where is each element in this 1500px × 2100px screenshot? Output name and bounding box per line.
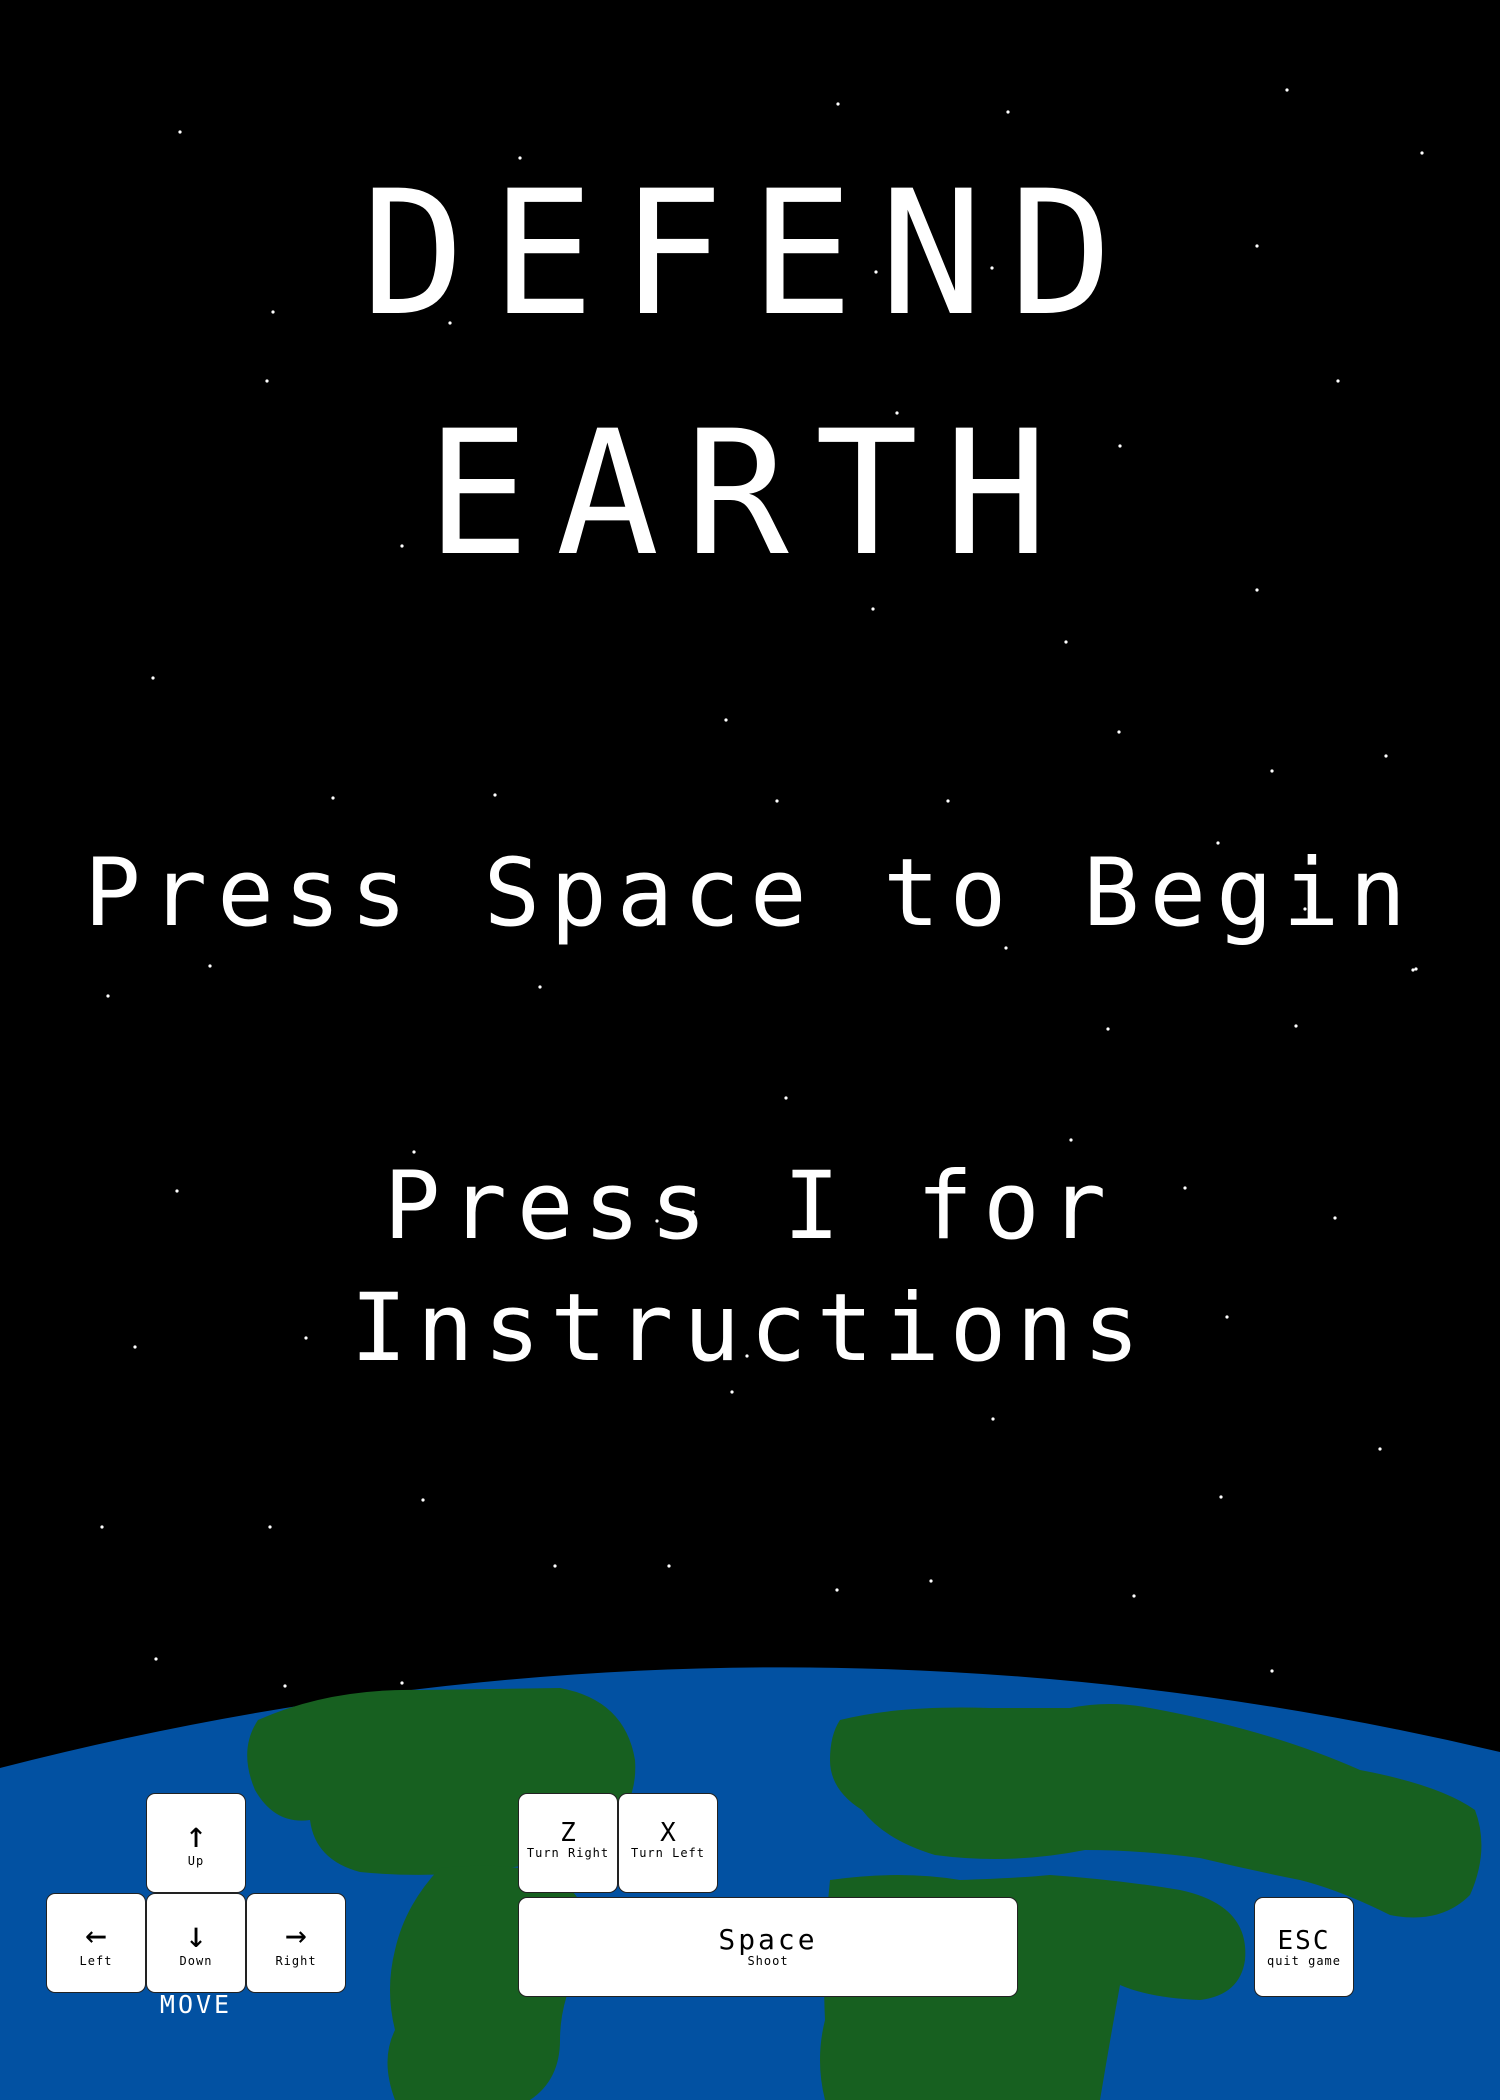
star: [1294, 1024, 1298, 1028]
space-key[interactable]: Space Shoot: [518, 1897, 1018, 1997]
right-arrow-key[interactable]: → Right: [246, 1893, 346, 1993]
x-key[interactable]: X Turn Left: [618, 1793, 718, 1893]
star: [1117, 730, 1121, 734]
star: [268, 1525, 272, 1529]
instructions-prompt-line-1: Press I for: [383, 1152, 1117, 1261]
title-line-1: DEFEND: [361, 153, 1139, 354]
star: [1132, 1594, 1136, 1598]
star: [178, 130, 182, 134]
begin-prompt: Press Space to Begin: [84, 839, 1416, 948]
star: [1006, 110, 1010, 114]
star: [1411, 968, 1415, 972]
star: [784, 1096, 788, 1100]
star: [1285, 88, 1289, 92]
star: [1106, 1027, 1110, 1031]
star: [1378, 1447, 1382, 1451]
star: [493, 793, 497, 797]
star: [1255, 588, 1259, 592]
star: [871, 607, 875, 611]
move-label: MOVE: [159, 1990, 233, 2019]
star: [991, 1417, 995, 1421]
left-arrow-key[interactable]: ← Left: [46, 1893, 146, 1993]
star: [667, 1564, 671, 1568]
star: [208, 964, 212, 968]
star: [421, 1498, 425, 1502]
esc-key-glyph: ESC: [1277, 1926, 1331, 1956]
x-key-glyph: X: [660, 1818, 676, 1848]
instructions-prompt-line-2: Instructions: [350, 1274, 1150, 1383]
star: [1270, 769, 1274, 773]
star: [1420, 151, 1424, 155]
star: [730, 1390, 734, 1394]
up-arrow-icon: ↑: [185, 1815, 207, 1856]
right-arrow-icon: →: [285, 1915, 307, 1956]
star: [1069, 1138, 1073, 1142]
down-arrow-key[interactable]: ↓ Down: [146, 1893, 246, 1993]
up-key-label: Up: [187, 1854, 205, 1868]
z-key-label: Turn Right: [526, 1846, 610, 1860]
esc-key[interactable]: ESC quit game: [1254, 1897, 1354, 1997]
left-arrow-icon: ←: [85, 1915, 107, 1956]
down-key-label: Down: [179, 1954, 213, 1968]
star: [538, 985, 542, 989]
star: [265, 379, 269, 383]
star: [775, 799, 779, 803]
up-arrow-key[interactable]: ↑ Up: [146, 1793, 246, 1893]
star: [1064, 640, 1068, 644]
star: [836, 102, 840, 106]
left-key-label: Left: [79, 1954, 113, 1968]
star: [106, 994, 110, 998]
star: [1384, 754, 1388, 758]
esc-key-label: quit game: [1266, 1954, 1342, 1968]
star: [1336, 379, 1340, 383]
star: [151, 676, 155, 680]
title-line-2: EARTH: [426, 393, 1074, 594]
x-key-label: Turn Left: [630, 1846, 706, 1860]
z-key[interactable]: Z Turn Right: [518, 1793, 618, 1893]
star: [331, 796, 335, 800]
z-key-glyph: Z: [560, 1818, 576, 1848]
star: [835, 1588, 839, 1592]
space-key-glyph: Space: [718, 1923, 818, 1956]
star: [1414, 967, 1418, 971]
space-key-label: Shoot: [747, 1954, 789, 1968]
star: [100, 1525, 104, 1529]
star: [946, 799, 950, 803]
down-arrow-icon: ↓: [185, 1915, 207, 1956]
star: [724, 718, 728, 722]
star: [929, 1579, 933, 1583]
star: [553, 1564, 557, 1568]
game-screen[interactable]: DEFEND EARTH Press Space to Begin Press …: [0, 0, 1500, 2100]
star: [1219, 1495, 1223, 1499]
right-key-label: Right: [275, 1954, 317, 1968]
